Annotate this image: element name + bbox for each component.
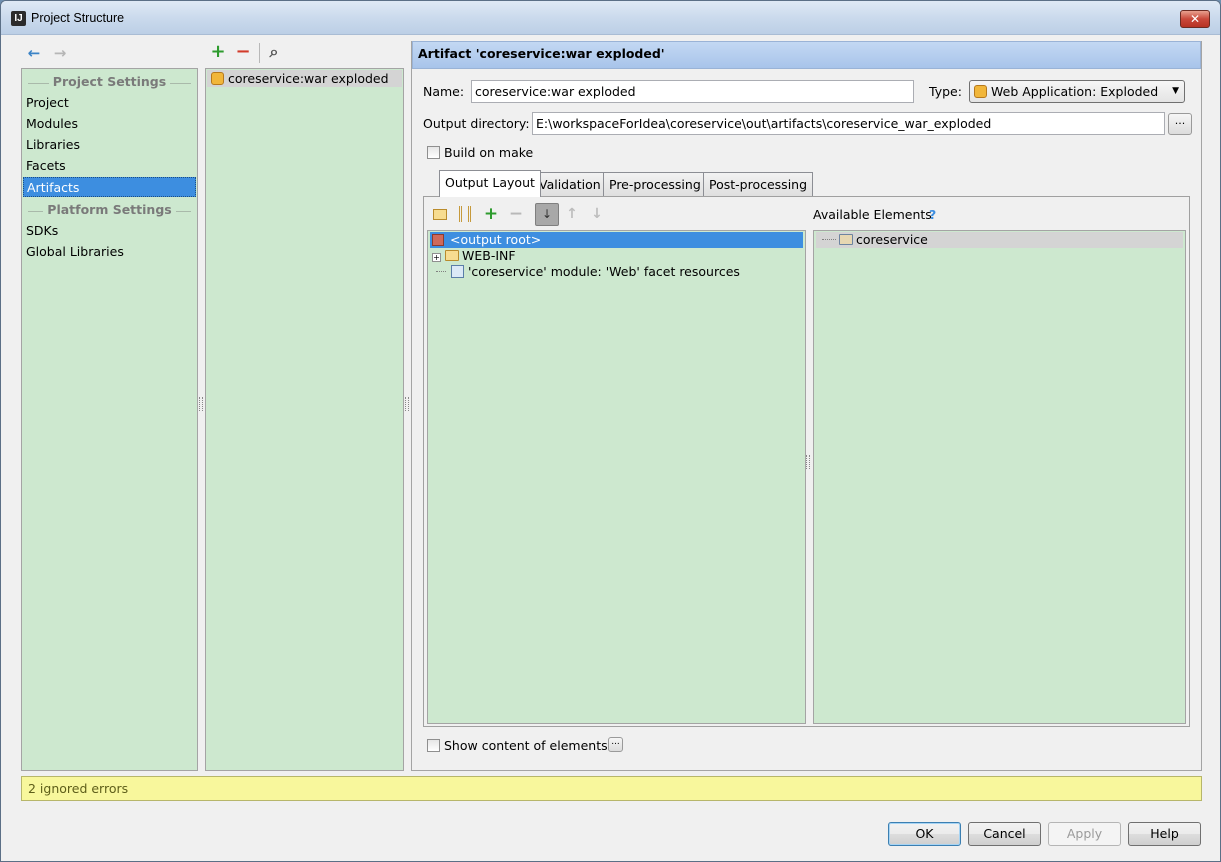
remove-artifact-icon[interactable]: − [234,43,252,61]
tree-row-facet-resources[interactable]: 'coreservice' module: 'Web' facet resour… [430,264,803,280]
sidebar-item-global-libraries[interactable]: Global Libraries [23,242,196,262]
sort-elements-icon[interactable]: ↓ [535,203,559,226]
available-item-coreservice[interactable]: coreservice [816,232,1183,248]
artifact-list-item-label: coreservice:war exploded [228,71,389,86]
toolbar-separator [259,43,260,63]
remove-element-icon[interactable]: − [507,205,525,223]
artifact-header: Artifact 'coreservice:war exploded' [412,41,1201,69]
output-directory-label: Output directory: [423,116,530,131]
forward-arrow-icon[interactable]: → [51,44,69,62]
artifacts-list: coreservice:war exploded [205,68,404,771]
tree-connector [436,271,446,272]
tree-row-facet-resources-label: 'coreservice' module: 'Web' facet resour… [468,264,740,279]
settings-sidebar: Project Settings Project Modules Librari… [21,68,198,771]
tree-row-web-inf[interactable]: + WEB-INF [430,248,803,264]
close-button[interactable]: ✕ [1180,10,1210,28]
web-facet-icon [451,265,464,278]
tab-pre-processing[interactable]: Pre-processing [603,172,707,197]
tree-row-output-root-label: <output root> [450,232,542,247]
tree-row-web-inf-label: WEB-INF [462,248,516,263]
find-usages-icon[interactable]: ⌕ [265,43,283,61]
output-directory-input[interactable]: E:\workspaceForIdea\coreservice\out\arti… [532,112,1165,135]
new-directory-icon[interactable] [433,209,447,220]
build-on-make-label: Build on make [444,145,534,160]
folder-icon [445,250,459,261]
back-arrow-icon[interactable]: ← [25,44,43,62]
available-elements-title: Available Elements [813,207,932,222]
artifact-name-input[interactable]: coreservice:war exploded [471,80,914,103]
list-splitter[interactable] [405,397,409,411]
sidebar-item-modules[interactable]: Modules [23,114,196,134]
sidebar-splitter[interactable] [199,397,203,411]
window-title: Project Structure [31,11,125,25]
available-item-coreservice-label: coreservice [856,232,928,247]
show-content-checkbox[interactable] [427,739,440,752]
cancel-button[interactable]: Cancel [968,822,1041,846]
artifact-list-item[interactable]: coreservice:war exploded [207,70,402,87]
tab-post-processing[interactable]: Post-processing [703,172,814,197]
available-elements-tree: coreservice [813,230,1186,724]
ignored-errors-bar[interactable]: 2 ignored errors [21,776,1202,801]
project-structure-dialog: IJ Project Structure ✕ ← → + − ⌕ Project… [0,0,1221,862]
move-down-icon[interactable]: ↓ [588,205,606,223]
show-content-label: Show content of elements [444,738,608,753]
layout-splitter[interactable] [806,455,810,469]
tree-row-output-root[interactable]: <output root> [430,232,803,248]
move-up-icon[interactable]: ↑ [563,205,581,223]
browse-output-directory-button[interactable]: ... [1168,113,1192,135]
help-button[interactable]: Help [1128,822,1201,846]
artifact-type-value: Web Application: Exploded [991,84,1159,99]
add-element-icon[interactable]: + [482,205,500,223]
module-icon [839,234,853,245]
type-label: Type: [929,84,962,99]
tree-connector [822,239,836,240]
intellij-logo-icon: IJ [11,11,26,26]
project-settings-header: Project Settings [22,74,197,92]
title-bar: IJ Project Structure ✕ [1,1,1220,35]
ok-button[interactable]: OK [888,822,961,846]
help-icon[interactable]: ? [929,207,936,222]
archive-root-icon [432,234,444,246]
tab-validation[interactable]: Validation [533,172,607,197]
chevron-down-icon: ▼ [1172,86,1179,96]
sidebar-item-artifacts[interactable]: Artifacts [23,177,196,197]
build-on-make-checkbox[interactable] [427,146,440,159]
name-label: Name: [423,84,465,99]
artifact-type-select[interactable]: Web Application: Exploded ▼ [969,80,1185,103]
show-content-options-button[interactable]: ... [608,737,623,752]
sidebar-item-project[interactable]: Project [23,93,196,113]
tab-output-layout[interactable]: Output Layout [439,170,541,197]
expand-icon[interactable]: + [432,253,441,262]
apply-button[interactable]: Apply [1048,822,1121,846]
war-artifact-icon [211,72,224,85]
add-artifact-icon[interactable]: + [209,43,227,61]
sidebar-item-sdks[interactable]: SDKs [23,221,196,241]
sidebar-item-libraries[interactable]: Libraries [23,135,196,155]
new-archive-icon[interactable] [459,206,471,222]
web-application-icon [974,85,987,98]
output-layout-tree: <output root> + WEB-INF 'coreservice' mod… [427,230,806,724]
sidebar-item-facets[interactable]: Facets [23,156,196,176]
platform-settings-header: Platform Settings [22,202,197,220]
